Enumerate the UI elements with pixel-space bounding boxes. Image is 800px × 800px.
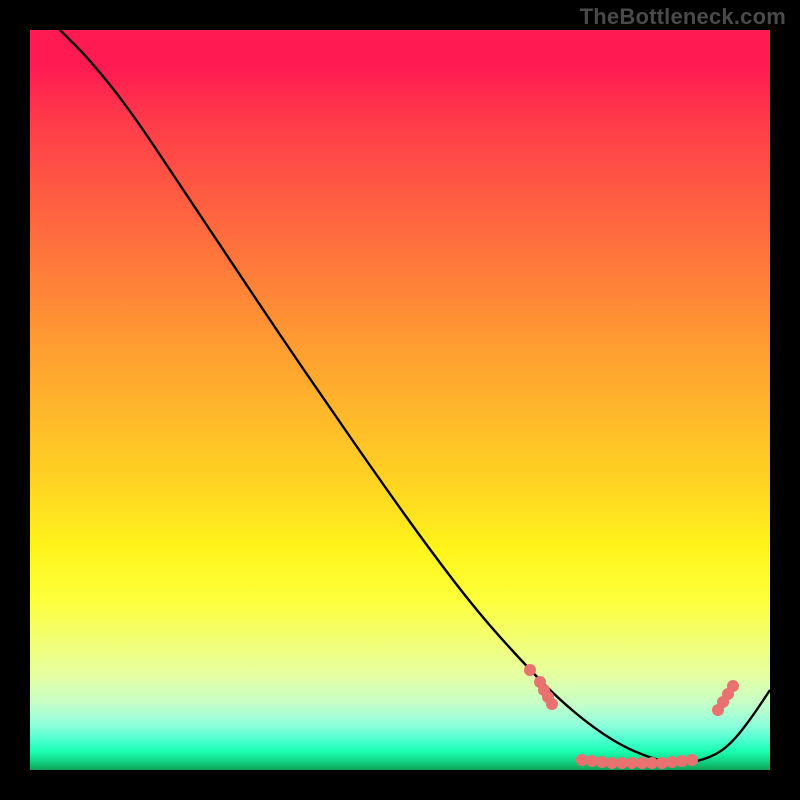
curve-marker [546,698,558,710]
curve-marker [727,680,739,692]
curve-marker [524,664,536,676]
chart-stage: TheBottleneck.com [0,0,800,800]
curve-layer [30,30,770,770]
bottleneck-curve [60,30,770,763]
watermark-text: TheBottleneck.com [580,4,786,30]
curve-marker [686,754,698,766]
plot-area [30,30,770,770]
curve-markers [524,664,739,769]
